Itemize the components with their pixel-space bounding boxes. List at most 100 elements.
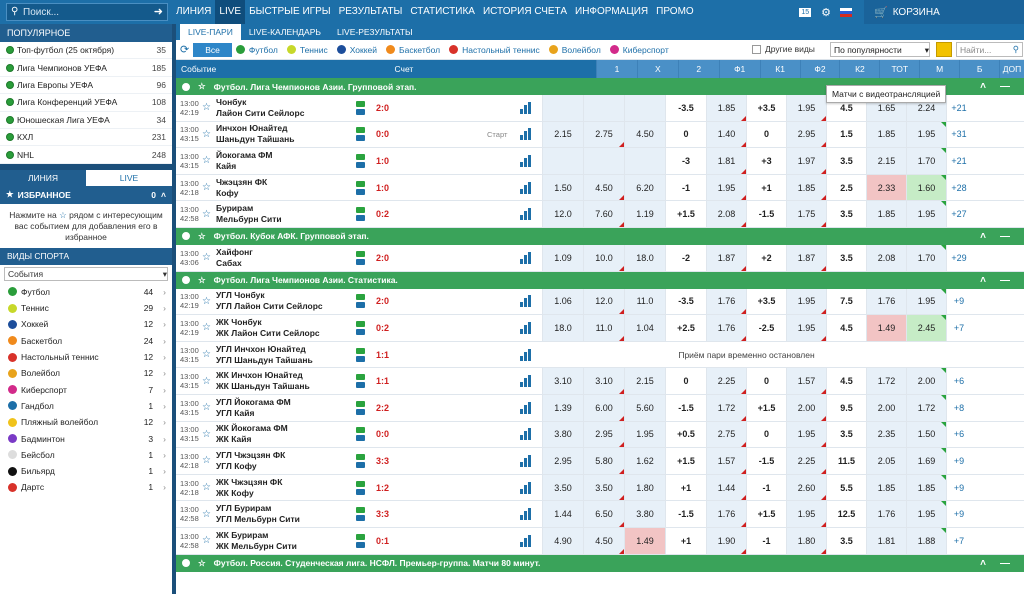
tv-icons[interactable]	[356, 100, 370, 115]
more-bets-button[interactable]: +9	[946, 448, 971, 474]
odd-cell[interactable]: 2.35	[866, 421, 906, 448]
star-outline-icon[interactable]: ☆	[202, 322, 216, 333]
more-bets-button[interactable]: +6	[946, 421, 971, 448]
popular-item[interactable]: Топ-футбол (25 октября) 35	[0, 42, 172, 60]
more-bets-button[interactable]: +8	[946, 394, 971, 421]
odd-cell[interactable]: 7.60	[583, 201, 624, 227]
star-outline-icon[interactable]: ☆	[202, 252, 216, 263]
odd-cell[interactable]: +1	[746, 174, 786, 201]
odd-cell[interactable]: 1.50	[542, 174, 583, 201]
popular-item[interactable]: Лига Конференций УЕФА 108	[0, 94, 172, 112]
odd-cell[interactable]: 2.33	[866, 174, 906, 201]
stats-chart-icon[interactable]	[520, 154, 542, 167]
sport-item[interactable]: Пляжный волейбол 12 ›	[0, 414, 172, 430]
odd-cell[interactable]: 3.5	[826, 201, 866, 227]
stats-chart-icon[interactable]	[520, 375, 542, 388]
stats-chart-icon[interactable]	[520, 181, 542, 194]
odd-cell[interactable]: 1.44	[706, 474, 746, 501]
sort-select[interactable]: По популярности ▾	[830, 42, 930, 57]
match-row[interactable]: 13:00 43:15 ☆ УГЛ Инчхон Юнайтед УГЛ Шаньдун…	[176, 342, 1024, 369]
odd-cell[interactable]: -3.5	[665, 288, 706, 315]
odd-cell[interactable]: -2	[665, 244, 706, 271]
more-bets-button[interactable]: +6	[946, 368, 971, 394]
odd-cell[interactable]: 1.87	[786, 244, 826, 271]
gear-icon[interactable]: ⚙	[821, 6, 831, 19]
odd-cell[interactable]: 2.05	[866, 448, 906, 474]
sport-item[interactable]: Волейбол 12 ›	[0, 365, 172, 381]
odd-cell[interactable]: 1.85	[866, 474, 906, 501]
minus-icon[interactable]: —	[1000, 231, 1010, 242]
odd-cell[interactable]: +1	[665, 527, 706, 554]
match-teams[interactable]: Чжэцзян ФК Кофу	[216, 177, 356, 199]
match-teams[interactable]: ЖК Бурирам ЖК Мельбурн Сити	[216, 530, 356, 552]
odd-cell[interactable]: 1.62	[624, 448, 665, 474]
match-row[interactable]: 13:00 42:58 ☆ Бурирам Мельбурн Сити 0:2 12.0 7.…	[176, 201, 1024, 228]
nav-item-0[interactable]: ЛИНИЯ	[172, 0, 215, 24]
odd-cell[interactable]: 9.5	[826, 394, 866, 421]
stats-chart-icon[interactable]	[520, 348, 542, 361]
sport-item[interactable]: Настольный теннис 12 ›	[0, 349, 172, 365]
odd-cell[interactable]: 6.00	[583, 394, 624, 421]
odd-cell[interactable]: 1.04	[624, 315, 665, 341]
star-outline-icon[interactable]: ☆	[202, 209, 216, 220]
odd-cell[interactable]: +0.5	[665, 421, 706, 448]
tv-icons[interactable]	[356, 250, 370, 265]
more-bets-button[interactable]: +9	[946, 474, 971, 501]
search-box[interactable]: ⚲ ➜	[6, 3, 168, 21]
popular-item[interactable]: Лига Чемпионов УЕФА 185	[0, 59, 172, 77]
odd-cell[interactable]: 12.0	[542, 201, 583, 227]
match-teams[interactable]: ЖК Чонбук ЖК Лайон Сити Сейлорс	[216, 317, 356, 339]
odd-cell[interactable]: 1.72	[706, 394, 746, 421]
sport-item[interactable]: Киберспорт 7 ›	[0, 382, 172, 398]
stats-chart-icon[interactable]	[520, 128, 542, 141]
tv-icons[interactable]	[356, 320, 370, 335]
odd-cell[interactable]: 1.49	[624, 527, 665, 554]
odd-cell[interactable]: -2.5	[746, 315, 786, 341]
match-teams[interactable]: ЖК Чжэцзян ФК ЖК Кофу	[216, 477, 356, 499]
odd-cell[interactable]: 1.85	[786, 174, 826, 201]
main-tab-1[interactable]: LIVE-КАЛЕНДАРЬ	[241, 24, 329, 40]
odd-cell[interactable]: 18.0	[624, 244, 665, 271]
match-teams[interactable]: УГЛ Бурирам УГЛ Мельбурн Сити	[216, 503, 356, 525]
star-outline-icon[interactable]: ☆	[198, 275, 206, 286]
odd-cell[interactable]: 4.50	[583, 527, 624, 554]
stats-chart-icon[interactable]	[520, 534, 542, 547]
odd-cell[interactable]: +1.5	[746, 394, 786, 421]
odd-cell[interactable]: 1.81	[866, 527, 906, 554]
match-teams[interactable]: Чонбук Лайон Сити Сейлорс	[216, 97, 356, 119]
odd-cell[interactable]: 0	[746, 421, 786, 448]
popular-item[interactable]: КХЛ 231	[0, 129, 172, 147]
more-bets-button[interactable]: +21	[946, 148, 971, 174]
odd-cell[interactable]: -1	[746, 474, 786, 501]
more-bets-button[interactable]: +9	[946, 288, 971, 315]
nav-item-3[interactable]: РЕЗУЛЬТАТЫ	[335, 0, 407, 24]
odd-cell[interactable]: 3.80	[542, 421, 583, 448]
odd-cell[interactable]: +1.5	[746, 501, 786, 527]
star-outline-icon[interactable]: ☆	[202, 182, 216, 193]
star-outline-icon[interactable]: ☆	[202, 296, 216, 307]
star-outline-icon[interactable]: ☆	[202, 535, 216, 546]
tab-line[interactable]: ЛИНИЯ	[0, 169, 86, 186]
odd-cell[interactable]: 1.95	[624, 421, 665, 448]
odd-cell[interactable]: -1.5	[746, 201, 786, 227]
chevron-up-icon[interactable]: ˄	[980, 558, 986, 569]
arrow-right-icon[interactable]: ➜	[154, 5, 163, 18]
odd-cell[interactable]: 2.25	[786, 448, 826, 474]
search-icon[interactable]: ⚲	[1013, 44, 1019, 55]
odd-cell[interactable]: 1.49	[866, 315, 906, 341]
star-outline-icon[interactable]: ☆	[198, 81, 206, 92]
odd-cell[interactable]: -1.5	[746, 448, 786, 474]
match-row[interactable]: 13:00 42:19 ☆ УГЛ Чонбук УГЛ Лайон Сити Сейл…	[176, 288, 1024, 316]
more-bets-button[interactable]: +28	[946, 174, 971, 201]
odd-cell[interactable]: 3.5	[826, 421, 866, 448]
nav-item-5[interactable]: ИСТОРИЯ СЧЕТА	[479, 0, 571, 24]
odd-cell[interactable]: +3.5	[746, 288, 786, 315]
sport-item[interactable]: Бейсбол 1 ›	[0, 447, 172, 463]
filter-sport[interactable]: Волейбол	[548, 45, 601, 55]
tv-icons[interactable]	[356, 153, 370, 168]
chevron-up-icon[interactable]: ˄	[980, 81, 986, 92]
match-teams[interactable]: Бурирам Мельбурн Сити	[216, 203, 356, 225]
minus-icon[interactable]: —	[1000, 81, 1010, 92]
match-teams[interactable]: Хайфонг Сабах	[216, 247, 356, 269]
filter-all-button[interactable]: Все	[193, 42, 232, 57]
